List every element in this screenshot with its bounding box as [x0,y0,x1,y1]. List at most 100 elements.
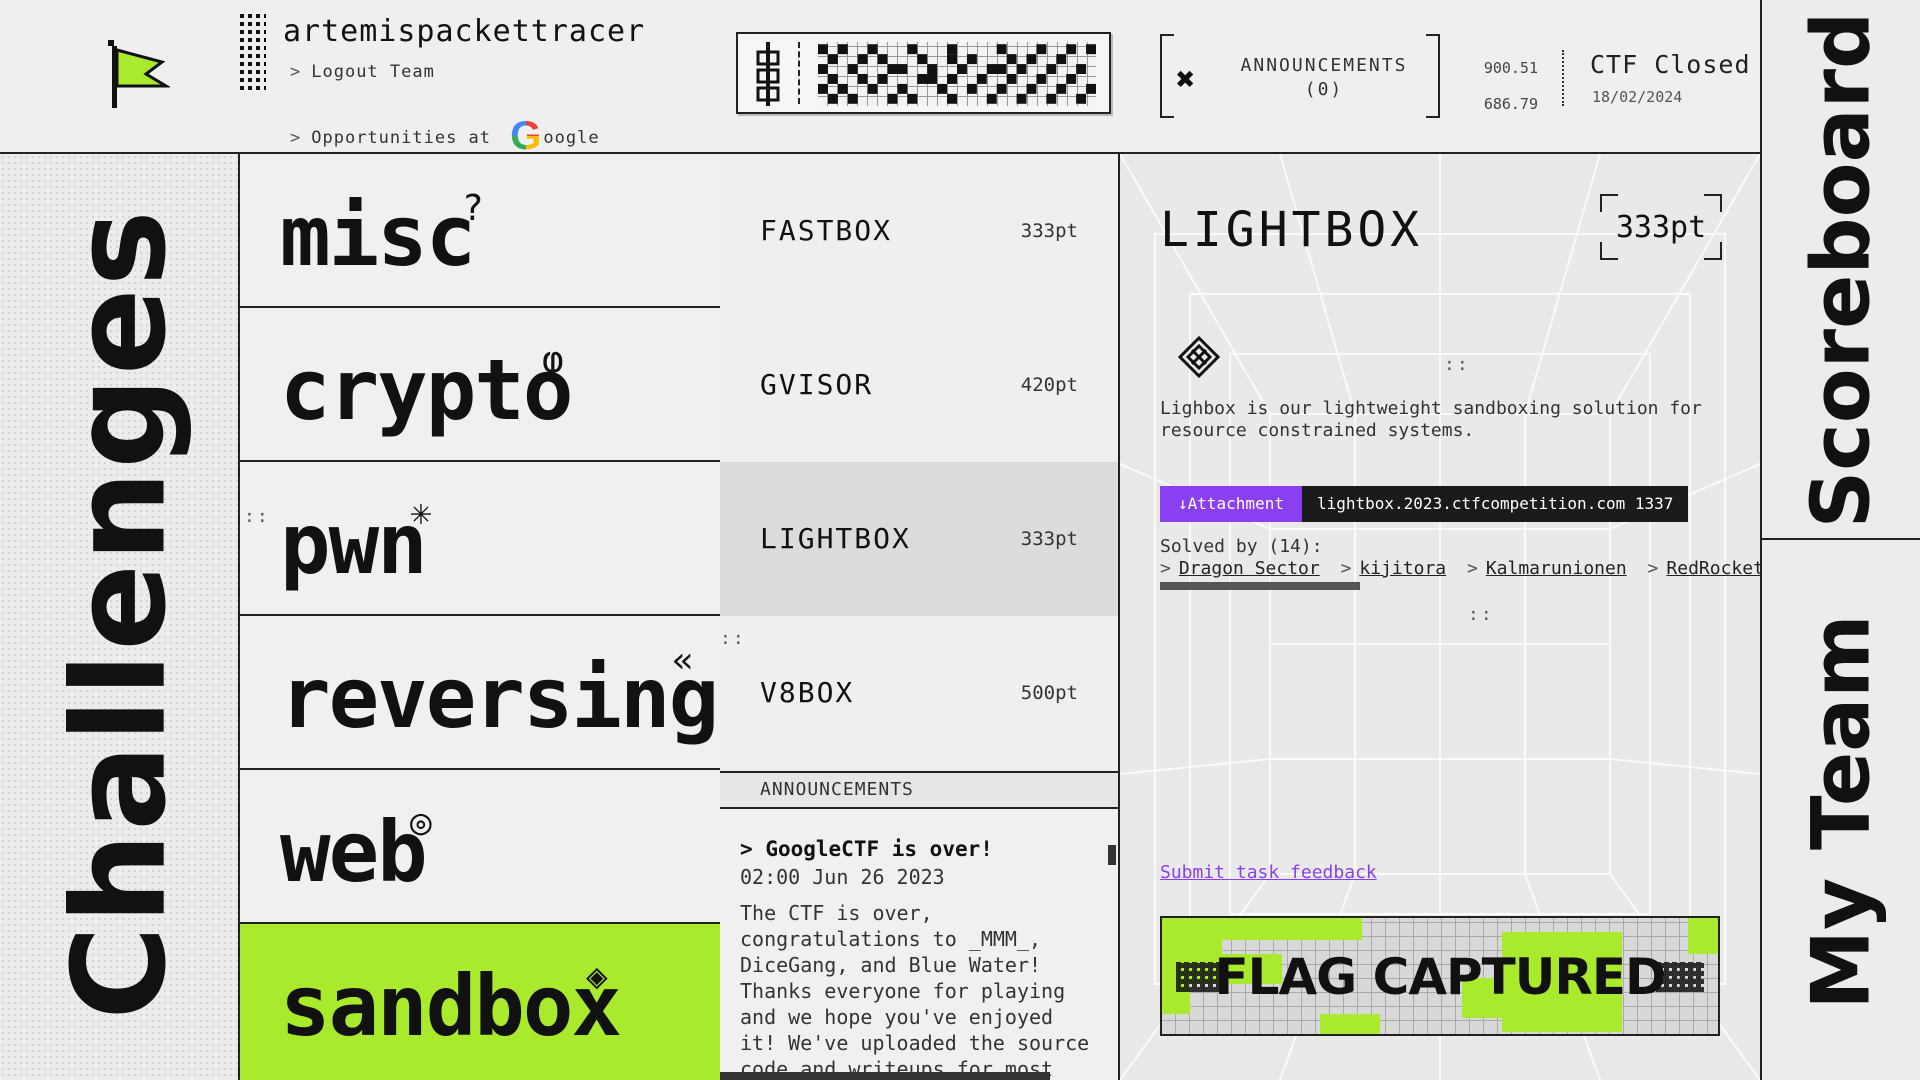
category-crypto[interactable]: crypto φ [240,308,720,462]
diamond-pattern-icon: ◈ [586,956,608,997]
solvers-scrollbar[interactable] [1160,582,1360,590]
challenge-name: V8BOX [760,676,855,709]
challenge-description: Lighbox is our lightweight sandboxing so… [1160,398,1702,441]
coordinate-readout: 900.51 686.79 [1478,50,1538,122]
category-reversing[interactable]: reversing « [240,616,720,770]
pixel-pattern [818,42,1096,106]
team-name: artemispackettracer [283,14,646,49]
challenge-detail-panel: LIGHTBOX 333pt :: Lighbox is our lightwe… [1120,154,1760,1080]
challenge-list: FASTBOX 333pt GVISOR 420pt LIGHTBOX 333p… [720,154,1120,771]
grip-dots-icon: :: [244,506,270,527]
opportunities-label: Opportunities at [311,128,503,148]
ctf-status: CTF Closed [1590,50,1751,79]
attachment-row: ↓Attachment lightbox.2023.ctfcompetition… [1160,486,1689,522]
announcement-body: The CTF is over, congratulations to _MMM… [740,901,1090,1080]
spiral-icon: ◎ [410,802,432,843]
category-misc[interactable]: misc ? [240,154,720,308]
challenge-points: 500pt [1020,682,1078,704]
flag-captured-text: FLAG CAPTURED [1214,948,1666,1006]
announcement-title: > GoogleCTF is over! [740,837,993,861]
category-pwn[interactable]: pwn ✳ [240,462,720,616]
nav-my-team[interactable]: My Team [1762,542,1920,1080]
nav-scoreboard[interactable]: Scoreboard [1762,0,1920,540]
dotted-divider [1562,50,1564,106]
challenge-item-v8box[interactable]: V8BOX 500pt [720,616,1118,771]
chevron-right-icon: > [1466,558,1478,579]
challenge-points: 333pt [1020,220,1078,242]
solver-link[interactable]: RedRocket [1666,558,1760,579]
points-badge: 333pt [1600,194,1722,260]
attachment-download-button[interactable]: ↓Attachment [1160,486,1302,522]
points-value: 333pt [1615,210,1707,245]
announcements-panel[interactable]: ANNOUNCEMENTS > GoogleCTF is over! 02:00… [720,771,1120,1080]
vertical-scrollbar[interactable] [1108,845,1116,865]
coord-top: 900.51 [1483,59,1538,77]
horizontal-scrollbar[interactable] [720,1072,1050,1080]
challenge-name: LIGHTBOX [760,522,911,555]
scoreboard-label: Scoreboard [1794,11,1888,529]
solver-list: > Dragon Sector > kijitora > Kalmarunionen … [1160,558,1760,579]
chevron-right-icon: > [1340,558,1352,579]
chevron-right-icon: > [740,837,753,861]
category-sandbox[interactable]: sandbox ◈ [240,924,720,1080]
solver-link[interactable]: Kalmarunionen [1486,558,1627,579]
solver-link[interactable]: Dragon Sector [1179,558,1320,579]
category-label: misc [280,187,476,285]
chevron-right-icon: > [290,128,302,148]
challenge-name: GVISOR [760,368,874,401]
announcements-button[interactable]: ✖ ANNOUNCEMENTS (0) [1160,34,1440,118]
announcements-label: ANNOUNCEMENTS (0) [1224,54,1424,102]
solved-by-label: Solved by (14): [1160,536,1323,557]
top-header: artemispackettracer > Logout Team > Opport… [0,0,1760,156]
announcement-title-text: GoogleCTF is over! [765,837,993,861]
google-logo-text: oogle [543,128,600,148]
challenge-points: 420pt [1020,374,1078,396]
flag-captured-banner: FLAG CAPTURED [1160,916,1720,1036]
challenge-points: 333pt [1020,528,1078,550]
announcements-header: ANNOUNCEMENTS [720,771,1118,809]
ctf-date: 18/02/2024 [1592,88,1683,106]
challenge-item-fastbox[interactable]: FASTBOX 333pt [720,154,1118,308]
announcements-title: ANNOUNCEMENTS [1240,55,1408,76]
double-chevron-left-icon: « [672,640,694,681]
category-label: web [280,803,428,901]
logout-team-label: Logout Team [311,62,435,82]
decorative-pattern-panel [736,32,1111,114]
announcements-count: (0) [1304,79,1344,100]
my-team-label: My Team [1794,614,1888,1010]
question-mark-icon: ? [462,188,484,229]
page-title: Challenges [45,208,195,1020]
challenge-title: LIGHTBOX [1160,202,1424,258]
category-label: crypto [280,341,573,439]
pixel-blob [1162,918,1362,940]
submit-feedback-link[interactable]: Submit task feedback [1160,862,1377,883]
asterisk-icon: ✳ [410,492,432,533]
dashed-divider [798,42,800,104]
chevron-right-icon: > [1647,558,1659,579]
solver-link[interactable]: kijitora [1359,558,1446,579]
glyph-icon [756,42,780,106]
google-opportunities-link[interactable]: > Opportunities at Google [290,116,600,156]
logout-team-link[interactable]: > Logout Team [290,62,435,82]
grip-dots-icon: :: [1444,354,1470,375]
phi-icon: φ [542,340,564,381]
category-label: sandbox [280,957,622,1055]
category-label: reversing [280,649,719,747]
category-web[interactable]: web ◎ [240,770,720,924]
coord-bottom: 686.79 [1483,95,1538,113]
challenges-sidebar: Challenges [0,154,240,1080]
flag-logo-icon[interactable] [108,40,170,112]
team-avatar [240,14,266,90]
challenge-item-lightbox[interactable]: LIGHTBOX 333pt [720,462,1118,616]
server-address[interactable]: lightbox.2023.ctfcompetition.com 1337 [1301,486,1689,522]
grip-dots-icon: :: [1468,604,1494,625]
sandbox-diamond-icon [1178,336,1220,378]
challenge-item-gvisor[interactable]: GVISOR 420pt [720,308,1118,462]
chevron-right-icon: > [290,62,302,82]
category-label: pwn [280,495,428,593]
google-logo-icon: G [510,114,543,158]
chevron-right-icon: > [1160,558,1171,579]
close-x-icon: ✖ [1176,60,1196,98]
pixel-blob [1320,1014,1380,1034]
category-list: misc ? crypto φ pwn ✳ reversing « web ◎ … [240,154,720,1080]
